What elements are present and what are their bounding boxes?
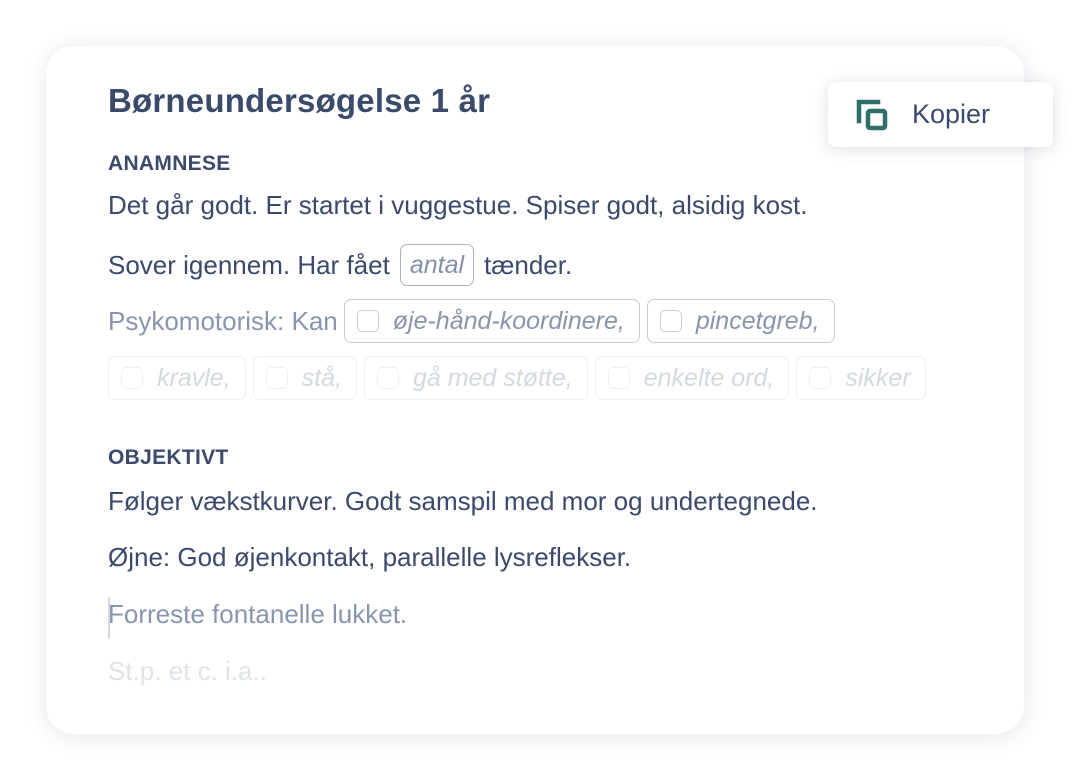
option-label: kravle,: [157, 363, 231, 392]
checkbox-icon: [121, 367, 143, 389]
option-oeje-haand-koordinere[interactable]: øje-hånd-koordinere,: [343, 299, 640, 343]
option-staa[interactable]: stå,: [252, 356, 357, 400]
option-pincetgreb[interactable]: pincetgreb,: [646, 299, 835, 343]
checkbox-icon: [356, 310, 379, 332]
copy-icon: [856, 99, 888, 131]
checkbox-icon: [659, 310, 682, 332]
psykomotorisk-line: Psykomotorisk: Kan øje-hånd-koordinere, …: [108, 299, 842, 343]
option-label: stå,: [301, 363, 342, 392]
option-label: pincetgreb,: [695, 306, 820, 335]
option-label: øje-hånd-koordinere,: [392, 306, 625, 335]
checkbox-icon: [607, 367, 630, 389]
checkbox-icon: [376, 367, 399, 389]
option-sikker[interactable]: sikker: [796, 356, 926, 400]
section-heading-objektivt: OBJEKTIVT: [108, 446, 229, 469]
text-line: Det går godt. Er startet i vuggestue. Sp…: [108, 190, 808, 220]
note-card: Børneundersøgelse 1 år ANAMNESE Det går …: [46, 46, 1024, 734]
text-fragment: tænder.: [484, 249, 573, 280]
psykomotorisk-options-row: kravle, stå, gå med støtte, enkelte ord,…: [108, 356, 980, 400]
text-line-teeth: Sover igennem. Har fået antal tænder.: [108, 244, 572, 286]
text-line: Øjne: God øjenkontakt, parallelle lysref…: [108, 542, 632, 572]
teeth-count-field[interactable]: antal: [399, 244, 475, 286]
text-fragment: Sover igennem. Har fået: [108, 249, 390, 280]
option-label: enkelte ord,: [643, 363, 775, 392]
psykomotorisk-label: Psykomotorisk: Kan: [108, 305, 338, 336]
copy-button[interactable]: Kopier: [828, 82, 1053, 147]
checkbox-icon: [809, 367, 832, 389]
option-kravle[interactable]: kravle,: [108, 356, 246, 400]
copy-button-label: Kopier: [912, 99, 991, 129]
text-line[interactable]: Forreste fontanelle lukket.: [108, 599, 407, 630]
option-enkelte-ord[interactable]: enkelte ord,: [594, 356, 790, 400]
text-line: St.p. et c. i.a..: [108, 656, 267, 686]
option-label: sikker: [845, 363, 911, 392]
option-gaa-med-stoette[interactable]: gå med støtte,: [363, 356, 588, 400]
text-line: Følger vækstkurver. Godt samspil med mor…: [108, 486, 818, 516]
checkbox-icon: [265, 367, 288, 389]
note-title: Børneundersøgelse 1 år: [108, 82, 491, 119]
section-heading-anamnese: ANAMNESE: [108, 152, 231, 175]
option-label: gå med støtte,: [412, 363, 573, 392]
